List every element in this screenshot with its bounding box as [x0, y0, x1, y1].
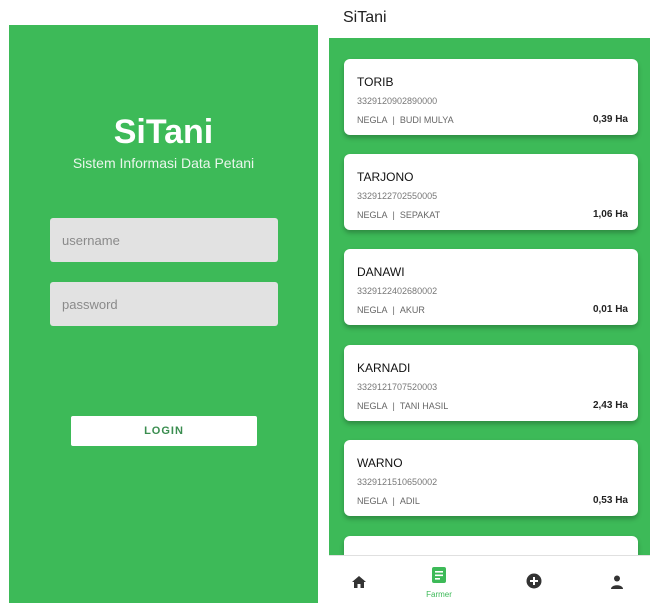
farmer-name: KARNADI — [357, 361, 411, 375]
farmer-village: NEGLA — [357, 115, 388, 125]
separator: | — [392, 401, 395, 411]
farmer-group: BUDI MULYA — [399, 115, 454, 125]
farmer-location: NEGLA | AKUR — [357, 305, 425, 315]
separator: | — [392, 210, 395, 220]
nav-farmer-label: Farmer — [426, 590, 452, 599]
farmer-village: NEGLA — [357, 496, 388, 506]
farmer-card[interactable]: TORIB 3329120902890000 NEGLA | BUDI MULY… — [344, 59, 638, 135]
farmer-village: NEGLA — [357, 210, 388, 220]
separator: | — [392, 496, 395, 506]
nav-profile[interactable] — [587, 556, 647, 606]
username-field[interactable] — [50, 218, 278, 262]
separator: | — [392, 115, 395, 125]
farmer-group: SEPAKAT — [399, 210, 441, 220]
farmer-nik: 3329122402680002 — [357, 286, 438, 296]
farmer-village: NEGLA — [357, 401, 388, 411]
nav-home[interactable] — [329, 556, 389, 606]
app-title: SiTani — [343, 9, 387, 26]
farmer-card[interactable]: TARJONO 3329122702550005 NEGLA | SEPAKAT… — [344, 154, 638, 230]
password-field[interactable] — [50, 282, 278, 326]
farmer-name: DANAWI — [357, 265, 405, 279]
home-icon — [352, 576, 366, 588]
farmer-card[interactable]: KARNADI 3329121707520003 NEGLA | TANI HA… — [344, 345, 638, 421]
farmer-name: TARJONO — [357, 170, 414, 184]
farmer-area: 0,39 Ha — [592, 114, 628, 125]
farmer-location: NEGLA | BUDI MULYA — [357, 115, 454, 125]
bottom-nav: Farmer — [329, 555, 650, 606]
farmer-nik: 3329121510650002 — [357, 477, 438, 487]
login-button[interactable]: LOGIN — [71, 416, 257, 446]
app-brand: SiTani — [113, 113, 214, 151]
person-icon — [611, 575, 623, 589]
username-input[interactable] — [60, 231, 268, 249]
farmer-nik: 3329121707520003 — [357, 382, 438, 392]
app-tagline: Sistem Informasi Data Petani — [72, 155, 255, 171]
farmer-list: TORIB 3329120902890000 NEGLA | BUDI MULY… — [329, 38, 650, 555]
password-input[interactable] — [60, 295, 268, 313]
farmer-group: ADIL — [399, 496, 420, 506]
login-screen: SiTani Sistem Informasi Data Petani LOGI… — [9, 25, 318, 603]
add-circle-icon — [526, 573, 542, 589]
farmer-card[interactable]: WARNO 3329121510650002 NEGLA | ADIL 0,53… — [344, 440, 638, 516]
farmer-nik: 3329120902890000 — [357, 96, 438, 106]
farmer-area: 0,53 Ha — [592, 495, 628, 506]
farmer-name: TORIB — [357, 75, 394, 89]
farmer-location: NEGLA | SEPAKAT — [357, 210, 440, 220]
farmer-card[interactable]: DANAWI 3329122402680002 NEGLA | AKUR 0,0… — [344, 249, 638, 325]
farmer-name: WARNO — [357, 456, 403, 470]
list-icon — [432, 567, 446, 583]
farmer-location: NEGLA | TANI HASIL — [357, 401, 448, 411]
farmer-area: 0,01 Ha — [592, 304, 628, 315]
farmer-nik: 3329122702550005 — [357, 191, 438, 201]
farmer-card-partial[interactable] — [344, 536, 638, 555]
farmer-area: 2,43 Ha — [592, 400, 628, 411]
farmer-group: TANI HASIL — [399, 401, 449, 411]
farmer-area: 1,06 Ha — [592, 209, 628, 220]
farmer-location: NEGLA | ADIL — [357, 496, 420, 506]
farmer-village: NEGLA — [357, 305, 388, 315]
nav-add[interactable] — [504, 556, 564, 606]
separator: | — [392, 305, 395, 315]
farmer-group: AKUR — [399, 305, 425, 315]
nav-farmer[interactable]: Farmer — [409, 556, 469, 606]
